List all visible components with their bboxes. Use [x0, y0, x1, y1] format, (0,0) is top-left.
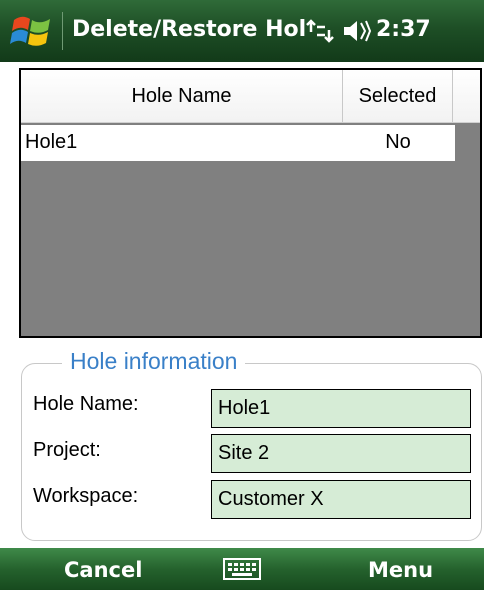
table-row[interactable]: Hole1 No	[21, 125, 455, 161]
hole-name-label: Hole Name:	[33, 393, 139, 415]
workspace-field[interactable]: Customer X	[211, 480, 471, 519]
project-label: Project:	[33, 439, 101, 461]
window-title: Delete/Restore Hol	[72, 17, 307, 42]
cell-hole-name: Hole1	[25, 131, 78, 153]
connectivity-icon[interactable]	[305, 18, 335, 44]
column-header-filler	[453, 70, 480, 122]
clock[interactable]: 2:37	[376, 16, 431, 44]
menu-softkey[interactable]: Menu	[368, 556, 433, 584]
hole-name-field[interactable]: Hole1	[211, 389, 471, 428]
title-bar: Delete/Restore Hol 2:37	[0, 0, 484, 62]
column-header-selected[interactable]: Selected	[343, 70, 453, 122]
softkey-bar: Cancel Menu	[0, 548, 484, 590]
group-legend: Hole information	[62, 346, 246, 376]
cancel-softkey[interactable]: Cancel	[64, 556, 142, 584]
holes-grid[interactable]: Hole Name Selected Hole1 No	[19, 68, 482, 338]
title-separator	[62, 12, 63, 50]
project-field[interactable]: Site 2	[211, 434, 471, 473]
column-header-hole-name[interactable]: Hole Name	[21, 70, 343, 122]
workspace-label: Workspace:	[33, 485, 139, 507]
windows-start-icon[interactable]	[8, 10, 56, 52]
volume-icon[interactable]	[342, 18, 372, 44]
keyboard-icon[interactable]	[222, 556, 262, 582]
grid-header: Hole Name Selected	[21, 70, 480, 123]
cell-selected: No	[385, 131, 411, 153]
